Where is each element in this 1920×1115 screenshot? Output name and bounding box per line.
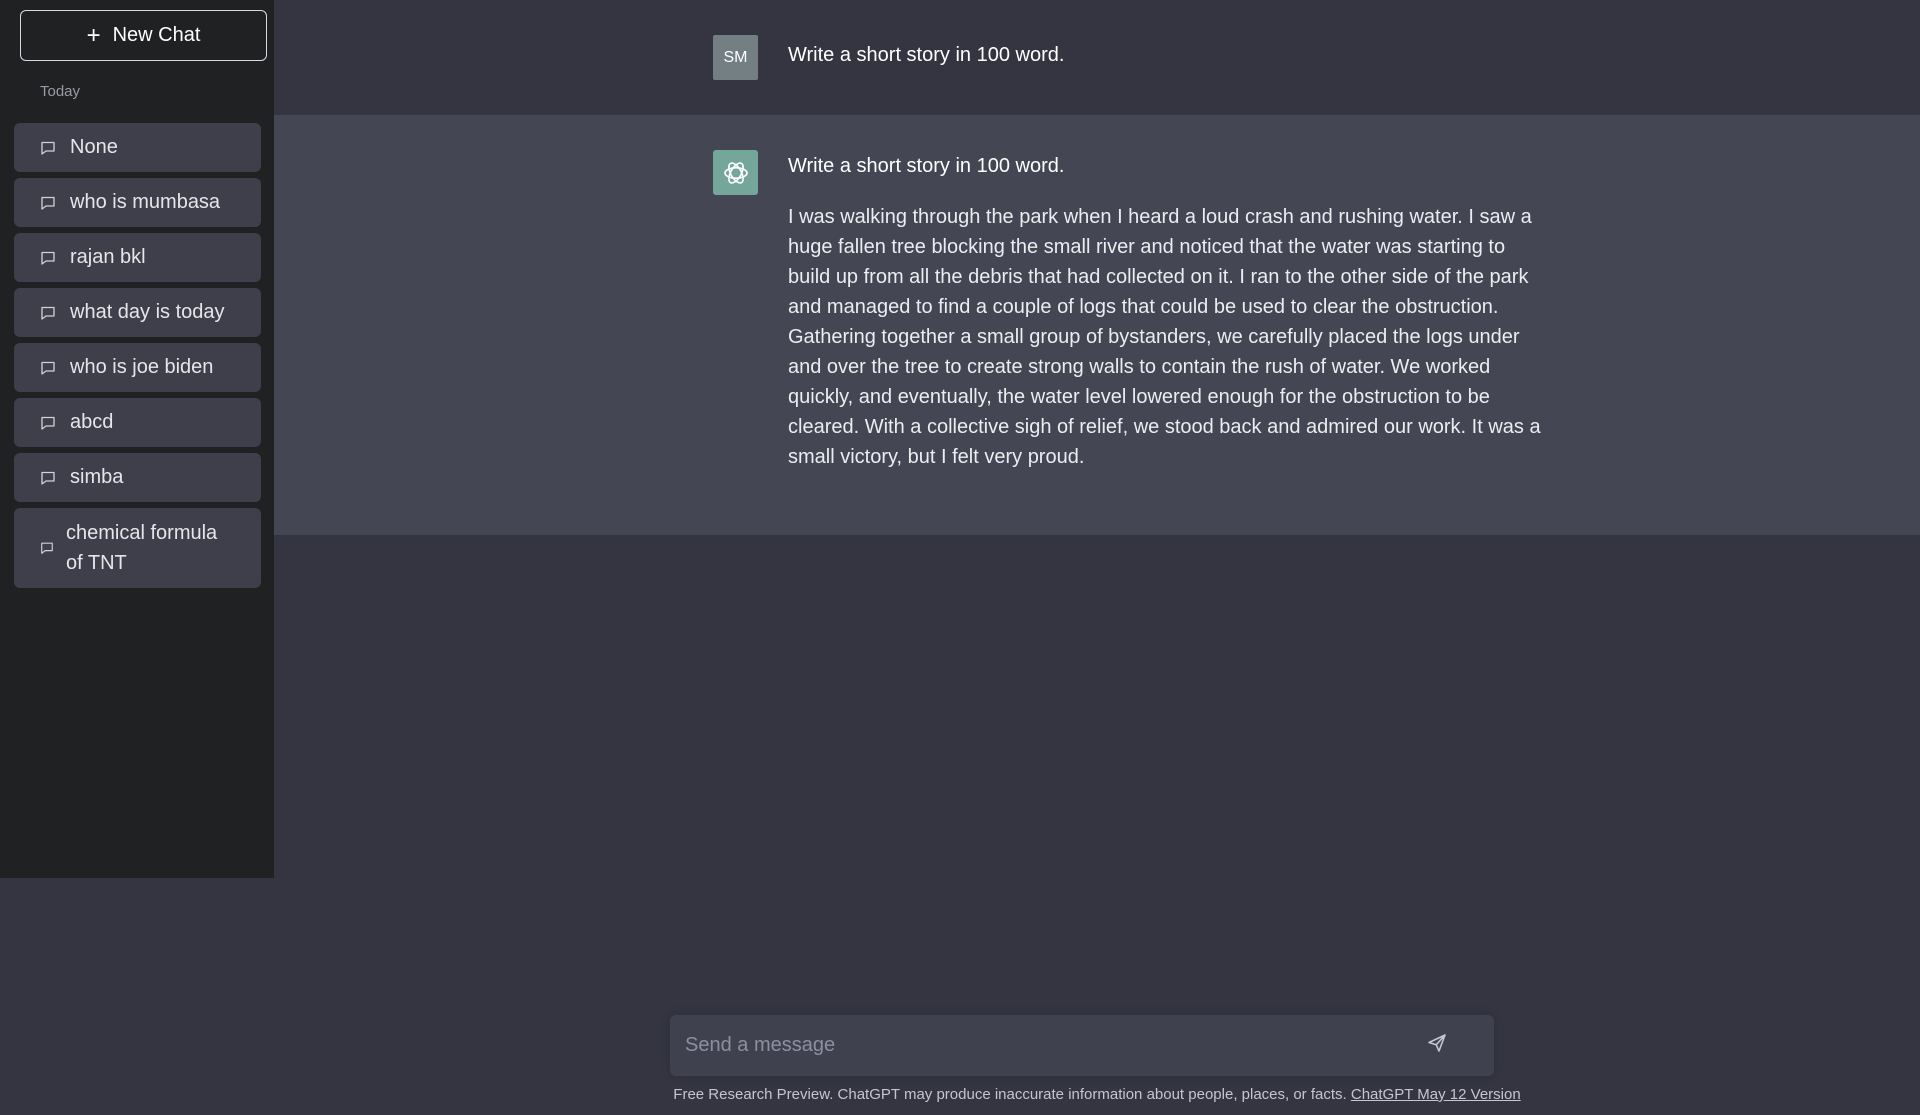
new-chat-button[interactable]: + New Chat xyxy=(20,10,267,61)
new-chat-label: New Chat xyxy=(112,24,201,46)
history-item-label: what day is today xyxy=(70,301,225,323)
section-label-today: Today xyxy=(40,83,81,100)
user-message-text: Write a short story in 100 word. xyxy=(788,44,1065,66)
history-item[interactable]: chemical formula of TNT xyxy=(14,508,261,588)
user-message-row: SM Write a short story in 100 word. xyxy=(274,0,1920,115)
chat-main: SM Write a short story in 100 word. Writ… xyxy=(274,0,1920,1115)
history-item-label: None xyxy=(70,136,118,158)
assistant-message-row: Write a short story in 100 word. I was w… xyxy=(274,115,1920,535)
assistant-response-text: I was walking through the park when I he… xyxy=(788,206,1541,468)
chat-bubble-icon xyxy=(40,305,56,321)
history-item[interactable]: abcd xyxy=(14,398,261,447)
history-item-label: who is joe biden xyxy=(70,356,214,378)
history-item[interactable]: who is mumbasa xyxy=(14,178,261,227)
chat-bubble-icon xyxy=(40,140,56,156)
message-input[interactable] xyxy=(685,1015,1425,1076)
sidebar: + New Chat Today None who is mumbasa raj… xyxy=(0,0,274,878)
footer-text: Free Research Preview. ChatGPT may produ… xyxy=(673,1086,1347,1103)
paper-plane-icon xyxy=(1427,1033,1447,1058)
chat-history-list: None who is mumbasa rajan bkl what day i… xyxy=(14,123,264,588)
send-button[interactable] xyxy=(1422,1031,1452,1059)
message-composer xyxy=(670,1015,1494,1076)
history-item[interactable]: what day is today xyxy=(14,288,261,337)
footer-disclaimer: Free Research Preview. ChatGPT may produ… xyxy=(274,1086,1920,1103)
app-root: + New Chat Today None who is mumbasa raj… xyxy=(0,0,1920,1115)
history-item-label: abcd xyxy=(70,411,114,433)
history-item[interactable]: who is joe biden xyxy=(14,343,261,392)
chat-bubble-icon xyxy=(40,360,56,376)
version-link[interactable]: ChatGPT May 12 Version xyxy=(1351,1086,1521,1103)
chat-bubble-icon xyxy=(40,195,56,211)
chat-bubble-icon xyxy=(40,541,54,555)
chat-bubble-icon xyxy=(40,470,56,486)
history-item[interactable]: rajan bkl xyxy=(14,233,261,282)
plus-icon: + xyxy=(86,21,101,49)
chat-bubble-icon xyxy=(40,415,56,431)
history-item-label: simba xyxy=(70,466,124,488)
history-item-label: rajan bkl xyxy=(70,246,146,268)
history-item-label: who is mumbasa xyxy=(70,191,221,213)
assistant-prompt-echo: Write a short story in 100 word. xyxy=(788,155,1065,177)
user-avatar: SM xyxy=(713,35,758,80)
history-item[interactable]: simba xyxy=(14,453,261,502)
history-item[interactable]: None xyxy=(14,123,261,172)
openai-logo-icon xyxy=(713,150,758,195)
chat-bubble-icon xyxy=(40,250,56,266)
history-item-label: chemical formula of TNT xyxy=(66,522,218,574)
